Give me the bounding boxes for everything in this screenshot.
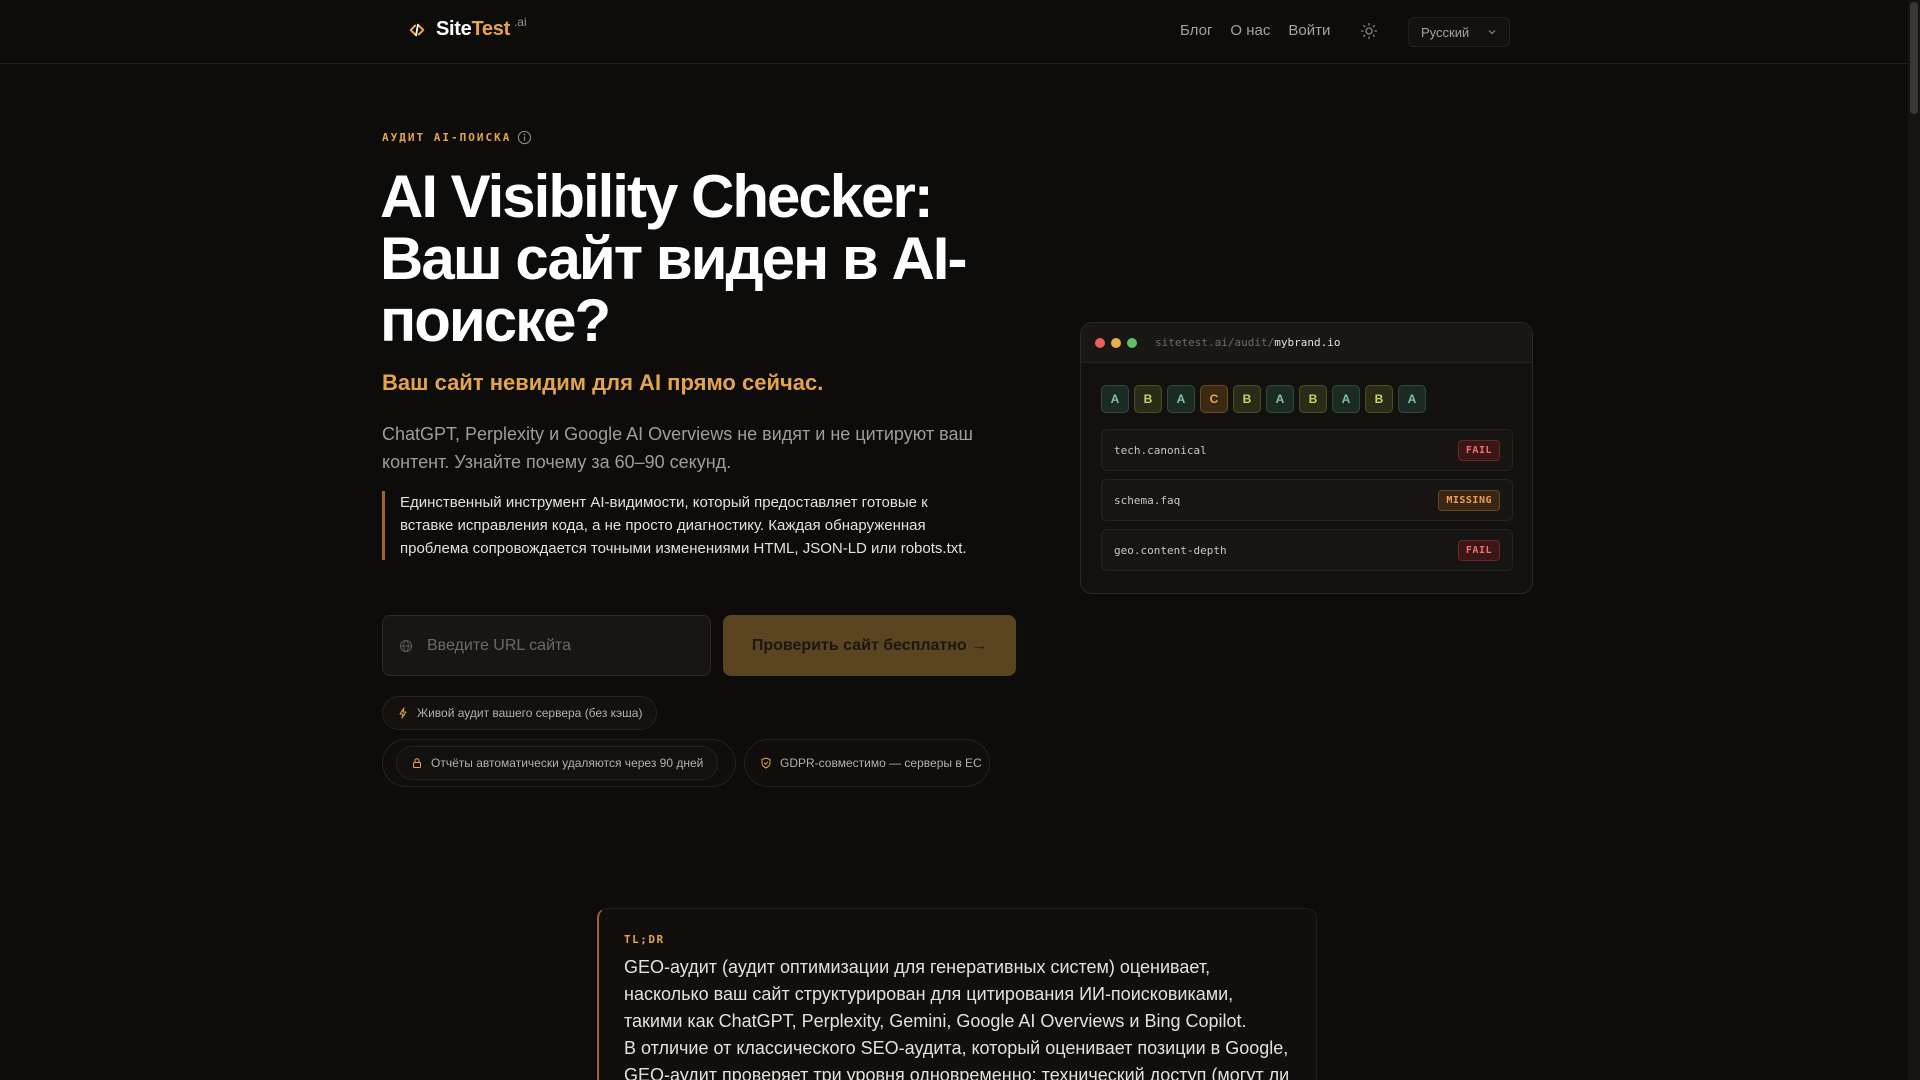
logo-text: SiteTest: [436, 18, 510, 40]
nav-login-link[interactable]: Войти: [1288, 22, 1330, 39]
check-name: geo.content-depth: [1114, 543, 1227, 557]
chip-reports-label: Отчёты автоматически удаляются через 90 …: [431, 756, 704, 770]
grade-chip: B: [1365, 385, 1393, 413]
check-row-schema-faq: schema.faq MISSING: [1101, 479, 1513, 521]
bolt-icon: [399, 707, 407, 719]
window-close-dot: [1095, 337, 1105, 348]
page-scrollbar[interactable]: [1908, 0, 1920, 1080]
grade-chip: C: [1200, 385, 1228, 413]
check-row-canonical: tech.canonical FAIL: [1101, 429, 1513, 471]
lock-icon: [413, 758, 421, 768]
chip-reports-deleted: Отчёты автоматически удаляются через 90 …: [396, 746, 719, 780]
nav-about-link[interactable]: О нас: [1230, 22, 1270, 39]
main-nav: Блог О нас Войти: [1180, 22, 1330, 39]
language-select[interactable]: Русский: [1408, 17, 1510, 47]
grade-chip: B: [1299, 385, 1327, 413]
status-badge: MISSING: [1438, 489, 1500, 511]
info-icon[interactable]: [517, 130, 532, 145]
language-select-value: Русский: [1421, 24, 1470, 40]
chip-gdpr-label: GDPR-совместимо — серверы в ЕС: [780, 756, 982, 770]
status-badge: FAIL: [1457, 439, 1500, 461]
chip-live-audit: Живой аудит вашего сервера (без кэша): [382, 696, 658, 730]
tldr-text: GEO-аудит (аудит оптимизации для генерат…: [624, 954, 1294, 1080]
chip-live-audit-label: Живой аудит вашего сервера (без кэша): [417, 706, 643, 720]
sun-icon[interactable]: [1360, 22, 1378, 40]
tldr-section: TL;DR GEO-аудит (аудит оптимизации для г…: [597, 908, 1317, 1080]
scrollbar-thumb[interactable]: [1910, 2, 1918, 114]
grade-chip: B: [1134, 385, 1162, 413]
check-row-content-depth: geo.content-depth FAIL: [1101, 529, 1513, 571]
grade-chip: B: [1233, 385, 1261, 413]
site-header: SiteTest .ai Блог О нас Войти Русский: [0, 0, 1908, 64]
logo[interactable]: SiteTest .ai: [408, 14, 527, 41]
grade-chip: A: [1101, 385, 1129, 413]
check-site-button[interactable]: Проверить сайт бесплатно →: [723, 615, 1016, 676]
tldr-paragraph-1: GEO-аудит (аудит оптимизации для генерат…: [624, 957, 1247, 1031]
chip-gdpr: GDPR-совместимо — серверы в ЕС: [745, 746, 997, 780]
grade-row: ABACBABABA: [1101, 385, 1426, 413]
status-badge: FAIL: [1457, 539, 1500, 561]
url-input-placeholder: Введите URL сайта: [427, 636, 572, 654]
check-name: tech.canonical: [1114, 443, 1207, 457]
hero-quote: Единственный инструмент AI-видимости, ко…: [382, 491, 982, 560]
logo-suffix: .ai: [513, 14, 527, 29]
window-minimize-dot: [1111, 337, 1121, 348]
hero-subtitle: Ваш сайт невидим для AI прямо сейчас.: [382, 370, 824, 395]
hero-eyebrow: АУДИТ AI-ПОИСКА: [382, 130, 532, 145]
page-title: AI Visibility Checker: Ваш сайт виден в …: [380, 163, 967, 354]
check-name: schema.faq: [1114, 493, 1181, 507]
audit-preview-card: sitetest.ai/audit/mybrand.io ABACBABABA …: [1080, 322, 1533, 594]
grade-chip: A: [1167, 385, 1195, 413]
eyebrow-label: АУДИТ AI-ПОИСКА: [382, 131, 512, 144]
grade-chip: A: [1398, 385, 1426, 413]
url-input[interactable]: Введите URL сайта: [382, 615, 711, 676]
shield-icon: [761, 757, 771, 769]
grade-chip: A: [1332, 385, 1360, 413]
grade-chip: A: [1266, 385, 1294, 413]
nav-blog-link[interactable]: Блог: [1180, 22, 1212, 39]
hero-description: ChatGPT, Perplexity и Google AI Overview…: [382, 424, 973, 472]
window-maximize-dot: [1127, 337, 1137, 348]
tldr-paragraph-2: В отличие от классического SEO-аудита, к…: [624, 1038, 1290, 1080]
tldr-label: TL;DR: [624, 933, 665, 946]
logo-icon: [409, 23, 425, 36]
card-title-bar: sitetest.ai/audit/mybrand.io: [1081, 323, 1532, 363]
chevron-down-icon: [1488, 30, 1496, 35]
globe-icon: [399, 639, 413, 652]
card-url: sitetest.ai/audit/mybrand.io: [1155, 336, 1341, 349]
